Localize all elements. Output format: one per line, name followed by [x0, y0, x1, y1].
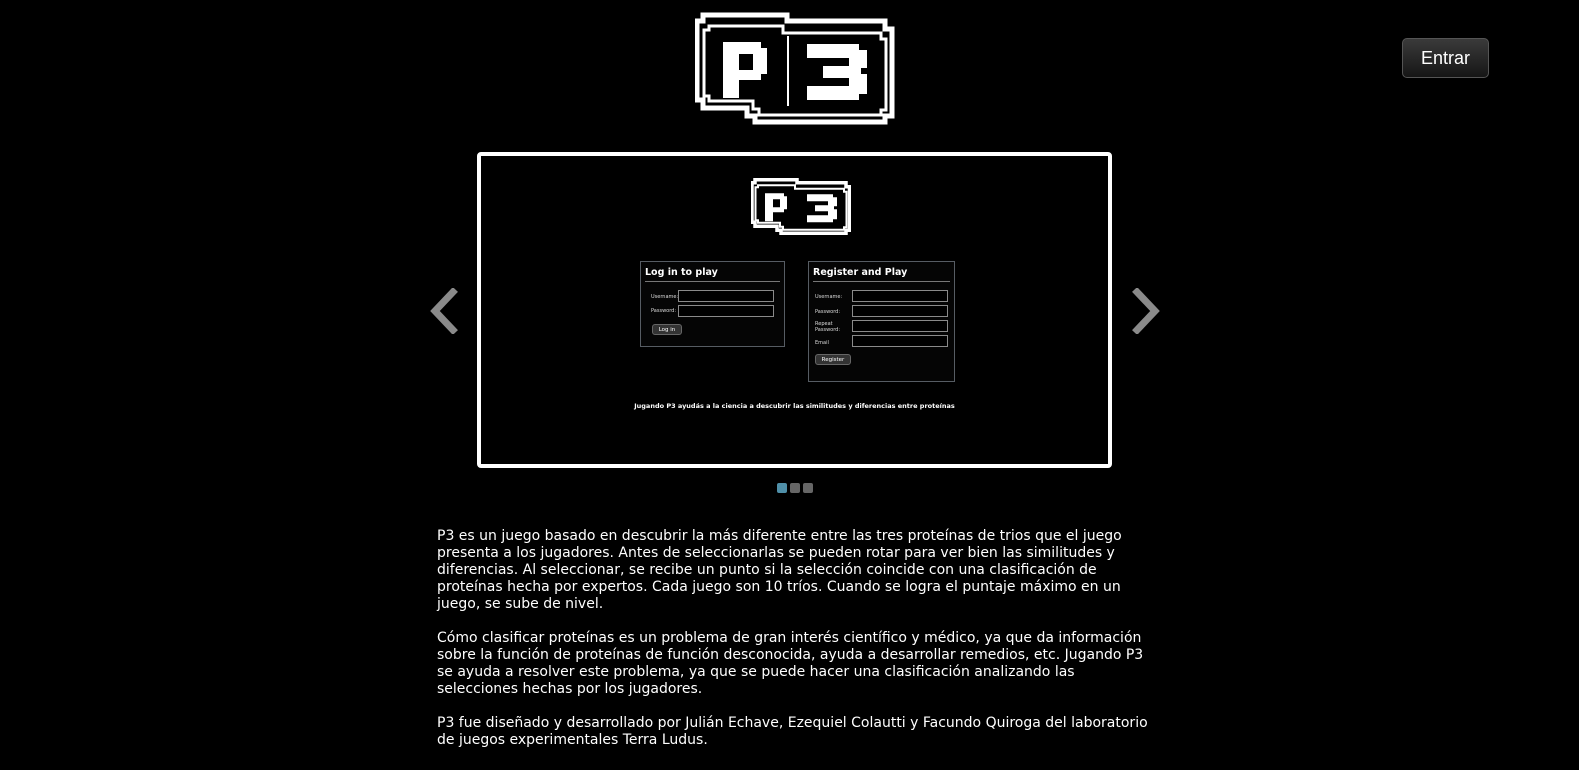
game-description: P3 es un juego basado en descubrir la má… — [437, 528, 1157, 766]
enter-button[interactable]: Entrar — [1402, 38, 1489, 78]
login-title: Log in to play — [645, 267, 718, 278]
repeat-password-label: Repeat Password: — [815, 321, 841, 333]
username-label: Username: — [815, 294, 843, 300]
register-password-field[interactable] — [852, 305, 948, 317]
chevron-left-icon[interactable] — [429, 287, 459, 335]
email-label: Email — [815, 340, 829, 346]
login-panel: Log in to play Username: Password: Log i… — [640, 261, 785, 347]
register-username-field[interactable] — [852, 290, 948, 302]
register-repeat-password-field[interactable] — [852, 320, 948, 332]
p3-logo: P3 — [694, 12, 895, 125]
login-button[interactable]: Log in — [652, 324, 682, 335]
chevron-right-icon[interactable] — [1131, 287, 1161, 335]
password-label: Password: — [815, 309, 841, 315]
divider — [645, 281, 780, 282]
register-panel: Register and Play Username: Password: Re… — [808, 261, 955, 382]
slider-dot-1[interactable] — [777, 483, 787, 493]
slide-p3-logo — [750, 178, 852, 235]
divider — [813, 281, 950, 282]
register-button[interactable]: Register — [815, 354, 851, 365]
slider-dot-2[interactable] — [790, 483, 800, 493]
login-username-field[interactable] — [678, 290, 774, 302]
description-paragraph: P3 fue diseñado y desarrollado por Juliá… — [437, 715, 1148, 748]
description-paragraph: Cómo clasificar proteínas es un problema… — [437, 630, 1144, 697]
login-password-field[interactable] — [678, 305, 774, 317]
slider-dot-3[interactable] — [803, 483, 813, 493]
register-email-field[interactable] — [852, 335, 948, 347]
password-label: Password: — [651, 308, 677, 314]
description-paragraph: P3 es un juego basado en descubrir la má… — [437, 528, 1122, 612]
screenshot-slider: Log in to play Username: Password: Log i… — [477, 152, 1112, 468]
register-title: Register and Play — [813, 267, 908, 278]
username-label: Username: — [651, 294, 679, 300]
slide-caption: Jugando P3 ayudás a la ciencia a descubr… — [634, 402, 955, 410]
